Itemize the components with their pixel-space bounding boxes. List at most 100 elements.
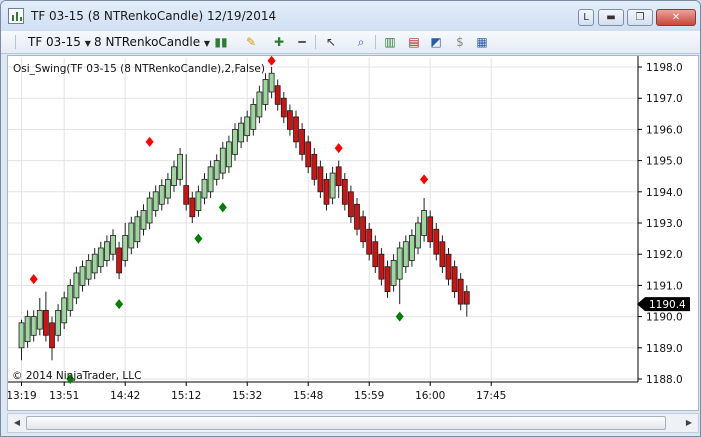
candle-down (341, 178, 348, 205)
candle-up (390, 260, 397, 286)
candle-up (195, 191, 202, 211)
candle-down (305, 141, 312, 168)
scrollbar-thumb[interactable] (26, 416, 666, 430)
y-tick-label: 1194.0 (646, 187, 683, 199)
x-tick-label: 13:19 (8, 390, 37, 402)
indicators-icon[interactable]: ▤ (406, 34, 422, 50)
period-selector[interactable]: 8 NTRenkoCandle ▼ (94, 35, 210, 49)
x-tick-label: 17:45 (476, 390, 506, 402)
chart-trader-icon[interactable]: ▦ (474, 34, 490, 50)
candle-up (73, 272, 80, 299)
candle-down (116, 247, 122, 274)
candle-up (164, 178, 171, 199)
swing-high-marker (145, 136, 154, 147)
title-bar[interactable]: TF 03-15 (8 NTRenkoCandle) 12/19/2014 L … (1, 1, 700, 31)
y-tick-label: 1193.0 (646, 218, 683, 230)
candle-down (360, 216, 367, 243)
chart-panel[interactable]: 1198.0 1197.0 1196.0 1195.0 1194.0 1193.0 1192… (7, 55, 699, 411)
y-tick-label: 1190.0 (646, 312, 683, 324)
candle-down (43, 309, 49, 336)
horizontal-scrollbar[interactable]: ◀ ▶ (7, 413, 699, 433)
y-tick-label: 1189.0 (646, 343, 683, 355)
scroll-right-icon[interactable]: ▶ (681, 415, 697, 431)
period-label: 8 NTRenkoCandle (94, 35, 201, 49)
x-tick-label: 15:32 (232, 390, 262, 402)
chart-window: TF 03-15 (8 NTRenkoCandle) 12/19/2014 L … (0, 0, 701, 437)
x-tick-label: 15:12 (171, 390, 201, 402)
chart-toolbar: TF 03-15 ▼ 8 NTRenkoCandle ▼ ▮▮ ✎ ✚ ━ ↖ … (1, 31, 700, 54)
candle-up (97, 247, 104, 268)
candle-down (274, 85, 281, 105)
candle-up (250, 104, 257, 130)
candle-up (219, 147, 226, 174)
x-tick-label: 15:59 (354, 390, 384, 402)
y-tick-label: 1197.0 (646, 93, 683, 105)
candle-down (347, 191, 354, 218)
candle-up (244, 116, 251, 137)
chart-app-icon (8, 8, 24, 24)
candle-down (323, 178, 330, 205)
candle-down (439, 241, 446, 268)
candle-up (67, 284, 74, 311)
candle-up (36, 309, 43, 330)
candle-up (402, 241, 409, 268)
x-tick-label: 13:51 (49, 390, 79, 402)
chart-properties-icon[interactable]: ◩ (428, 34, 444, 50)
candle-down (317, 166, 324, 193)
candle-up (232, 129, 238, 155)
candle-up (122, 235, 129, 261)
candle-up (18, 322, 25, 349)
candle-down (384, 266, 391, 293)
instrument-selector[interactable]: TF 03-15 ▼ (28, 35, 91, 49)
window-title: TF 03-15 (8 NTRenkoCandle) 12/19/2014 (31, 9, 277, 23)
minimize-button[interactable]: ▬ (598, 9, 624, 26)
candle-down (280, 97, 287, 118)
candle-up (85, 260, 92, 280)
y-tick-label: 1191.0 (646, 280, 683, 292)
toolbar-separator (375, 35, 376, 49)
candle-down (335, 166, 342, 186)
zoom-in-icon[interactable]: ✚ (271, 34, 287, 50)
candle-down (451, 266, 458, 293)
candle-down (372, 241, 379, 268)
price-chart[interactable]: 1198.0 1197.0 1196.0 1195.0 1194.0 1193.0 1192… (8, 56, 698, 410)
magnifier-icon[interactable]: ⌕ (353, 34, 369, 50)
indicator-label: Osi_Swing(TF 03-15 (8 NTRenkoCandle),2,F… (13, 63, 265, 75)
toolbar-separator (315, 35, 316, 49)
swing-low-marker (194, 233, 203, 244)
bar-type-icon[interactable]: ▮▮ (213, 34, 229, 50)
y-tick-label: 1192.0 (646, 249, 683, 261)
candle-up (158, 185, 165, 205)
maximize-button[interactable]: ❐ (627, 9, 653, 26)
zoom-out-icon[interactable]: ━ (294, 34, 310, 50)
candle-down (463, 291, 470, 305)
toolbar-separator (15, 35, 16, 49)
cursor-icon[interactable]: ↖ (323, 34, 339, 50)
pencil-draw-icon[interactable]: ✎ (243, 34, 259, 50)
swing-high-marker (267, 56, 276, 66)
candle-up (415, 222, 421, 249)
swing-high-marker (420, 174, 429, 185)
candle-down (366, 228, 373, 255)
candle-up (128, 222, 135, 249)
candle-up (146, 197, 153, 224)
candle-up (396, 247, 403, 280)
candle-down (457, 278, 464, 305)
candle-up (225, 141, 232, 168)
candle-down (445, 253, 452, 280)
data-box-icon[interactable]: $ (452, 34, 468, 50)
candle-up (134, 216, 141, 243)
candle-down (311, 153, 318, 180)
candle-up (408, 235, 415, 261)
candle-up (268, 72, 275, 93)
candle-down (183, 185, 190, 205)
candle-up (61, 297, 68, 324)
candle-up (24, 316, 31, 342)
layout-button[interactable]: L (578, 9, 594, 26)
strategies-icon[interactable]: ▥ (382, 34, 398, 50)
swing-high-marker (334, 143, 343, 154)
scroll-left-icon[interactable]: ◀ (9, 415, 25, 431)
candle-down (378, 253, 385, 280)
close-button[interactable]: ✕ (656, 9, 696, 26)
candle-up (91, 253, 98, 274)
